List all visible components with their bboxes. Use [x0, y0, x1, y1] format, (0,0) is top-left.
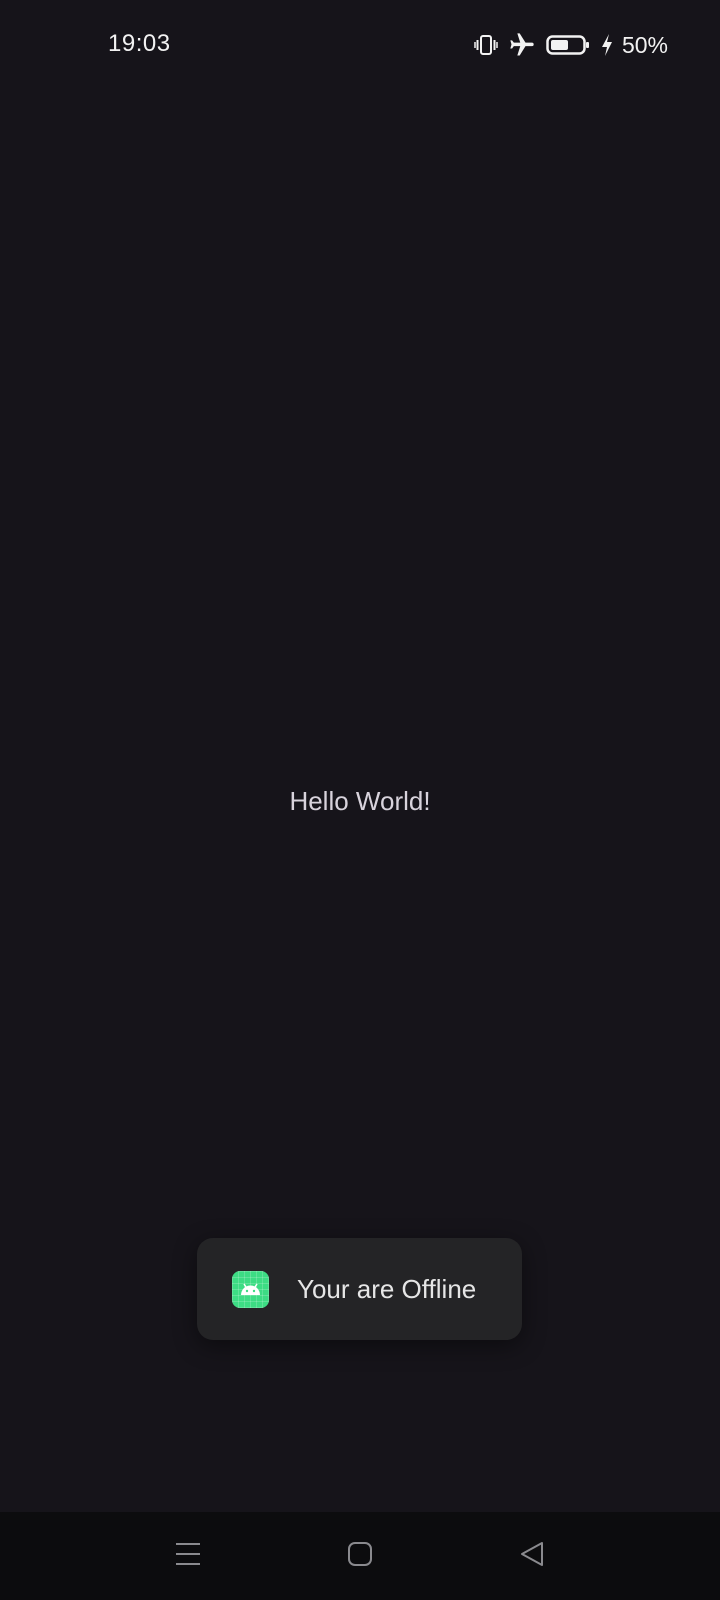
back-icon	[519, 1541, 545, 1572]
status-time: 19:03	[108, 30, 171, 57]
menu-button[interactable]	[164, 1532, 212, 1580]
hello-text: Hello World!	[289, 786, 431, 816]
battery-icon	[546, 33, 590, 57]
home-icon	[347, 1541, 373, 1572]
battery-percent: 50%	[621, 31, 668, 58]
status-icons: 50%	[474, 30, 668, 60]
offline-toast: Your are Offline	[197, 1238, 522, 1340]
airplane-mode-icon	[508, 31, 536, 59]
app-screen: 19:03 50% Hello World! Your are Offline	[0, 0, 720, 1600]
home-button[interactable]	[336, 1532, 384, 1580]
menu-icon	[175, 1541, 201, 1572]
navigation-bar	[0, 1512, 720, 1600]
vibrate-icon	[474, 33, 498, 57]
android-app-icon	[232, 1270, 269, 1308]
status-bar: 19:03 50%	[0, 0, 720, 92]
back-button[interactable]	[508, 1532, 556, 1580]
toast-message: Your are Offline	[297, 1273, 477, 1304]
charging-bolt-icon	[600, 33, 614, 57]
